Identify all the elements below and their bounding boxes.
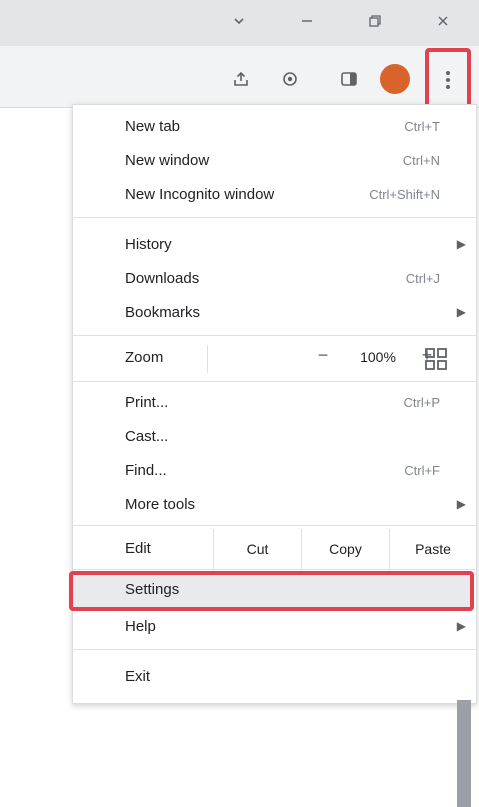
menu-item-find[interactable]: Find... Ctrl+F bbox=[73, 453, 476, 487]
browser-window: New tab Ctrl+T New window Ctrl+N New Inc… bbox=[0, 0, 479, 807]
three-dot-menu-icon bbox=[446, 71, 450, 89]
shortcut-text: Ctrl+F bbox=[404, 462, 440, 478]
side-panel-icon[interactable] bbox=[334, 64, 364, 94]
close-icon[interactable] bbox=[428, 8, 458, 34]
title-bar bbox=[0, 0, 479, 46]
cut-button[interactable]: Cut bbox=[213, 529, 301, 569]
menu-item-label: Find... bbox=[125, 461, 167, 479]
menu-item-label: Exit bbox=[125, 667, 151, 685]
menu-item-downloads[interactable]: Downloads Ctrl+J bbox=[73, 261, 476, 295]
profile-avatar[interactable] bbox=[380, 64, 410, 94]
zoom-divider bbox=[207, 345, 208, 373]
menu-item-label: Downloads bbox=[125, 269, 200, 287]
menu-divider bbox=[73, 569, 476, 570]
extensions-icon[interactable] bbox=[275, 64, 305, 94]
menu-item-label: New tab bbox=[125, 117, 181, 135]
zoom-level: 100% bbox=[360, 349, 396, 365]
edit-label: Edit bbox=[125, 540, 151, 557]
menu-item-help[interactable]: Help ▶ bbox=[73, 609, 476, 643]
menu-item-exit[interactable]: Exit bbox=[73, 659, 476, 693]
chevron-right-icon: ▶ bbox=[456, 237, 466, 251]
menu-item-label: New window bbox=[125, 151, 210, 169]
paste-button[interactable]: Paste bbox=[389, 529, 476, 569]
menu-item-new-window[interactable]: New window Ctrl+N bbox=[73, 143, 476, 177]
menu-item-label: Settings bbox=[125, 581, 180, 598]
menu-divider bbox=[73, 525, 476, 526]
menu-divider bbox=[73, 335, 476, 336]
restore-icon[interactable] bbox=[360, 8, 390, 34]
menu-item-label: Cast... bbox=[125, 427, 169, 445]
shortcut-text: Ctrl+P bbox=[403, 394, 440, 410]
shortcut-text: Ctrl+J bbox=[405, 270, 440, 286]
chevron-right-icon: ▶ bbox=[456, 497, 466, 511]
menu-item-label: History bbox=[125, 235, 172, 253]
menu-item-bookmarks[interactable]: Bookmarks ▶ bbox=[73, 295, 476, 329]
menu-divider bbox=[73, 649, 476, 650]
menu-item-cast[interactable]: Cast... bbox=[73, 419, 476, 453]
menu-item-new-tab[interactable]: New tab Ctrl+T bbox=[73, 109, 476, 143]
menu-item-label: Help bbox=[125, 617, 156, 635]
menu-item-label: New Incognito window bbox=[125, 185, 275, 203]
chevron-down-icon[interactable] bbox=[224, 8, 254, 34]
edit-control: Edit Cut Copy Paste bbox=[73, 529, 476, 569]
shortcut-text: Ctrl+Shift+N bbox=[369, 186, 440, 202]
shortcut-text: Ctrl+N bbox=[402, 152, 440, 168]
share-icon[interactable] bbox=[226, 64, 256, 94]
chevron-right-icon: ▶ bbox=[456, 305, 466, 319]
chevron-right-icon: ▶ bbox=[456, 619, 466, 633]
menu-item-label: More tools bbox=[125, 495, 196, 513]
menu-item-label: Bookmarks bbox=[125, 303, 201, 321]
menu-divider bbox=[73, 381, 476, 382]
menu-item-settings[interactable]: Settings bbox=[69, 571, 474, 611]
fullscreen-icon[interactable] bbox=[420, 343, 452, 375]
chrome-main-menu: New tab Ctrl+T New window Ctrl+N New Inc… bbox=[69, 104, 477, 704]
copy-button[interactable]: Copy bbox=[301, 529, 389, 569]
three-dot-menu-button[interactable] bbox=[425, 48, 471, 112]
menu-item-history[interactable]: History ▶ bbox=[73, 227, 476, 261]
zoom-control: Zoom − 100% + bbox=[73, 339, 476, 379]
menu-item-label: Print... bbox=[125, 393, 169, 411]
menu-item-new-incognito-window[interactable]: New Incognito window Ctrl+Shift+N bbox=[73, 177, 476, 211]
menu-divider bbox=[73, 217, 476, 218]
page-scrollbar[interactable] bbox=[457, 700, 471, 807]
zoom-out-button[interactable]: − bbox=[311, 345, 335, 371]
menu-item-more-tools[interactable]: More tools ▶ bbox=[73, 487, 476, 521]
menu-item-print[interactable]: Print... Ctrl+P bbox=[73, 385, 476, 419]
minimize-icon[interactable] bbox=[292, 8, 322, 34]
shortcut-text: Ctrl+T bbox=[404, 118, 440, 134]
zoom-label: Zoom bbox=[125, 349, 164, 366]
